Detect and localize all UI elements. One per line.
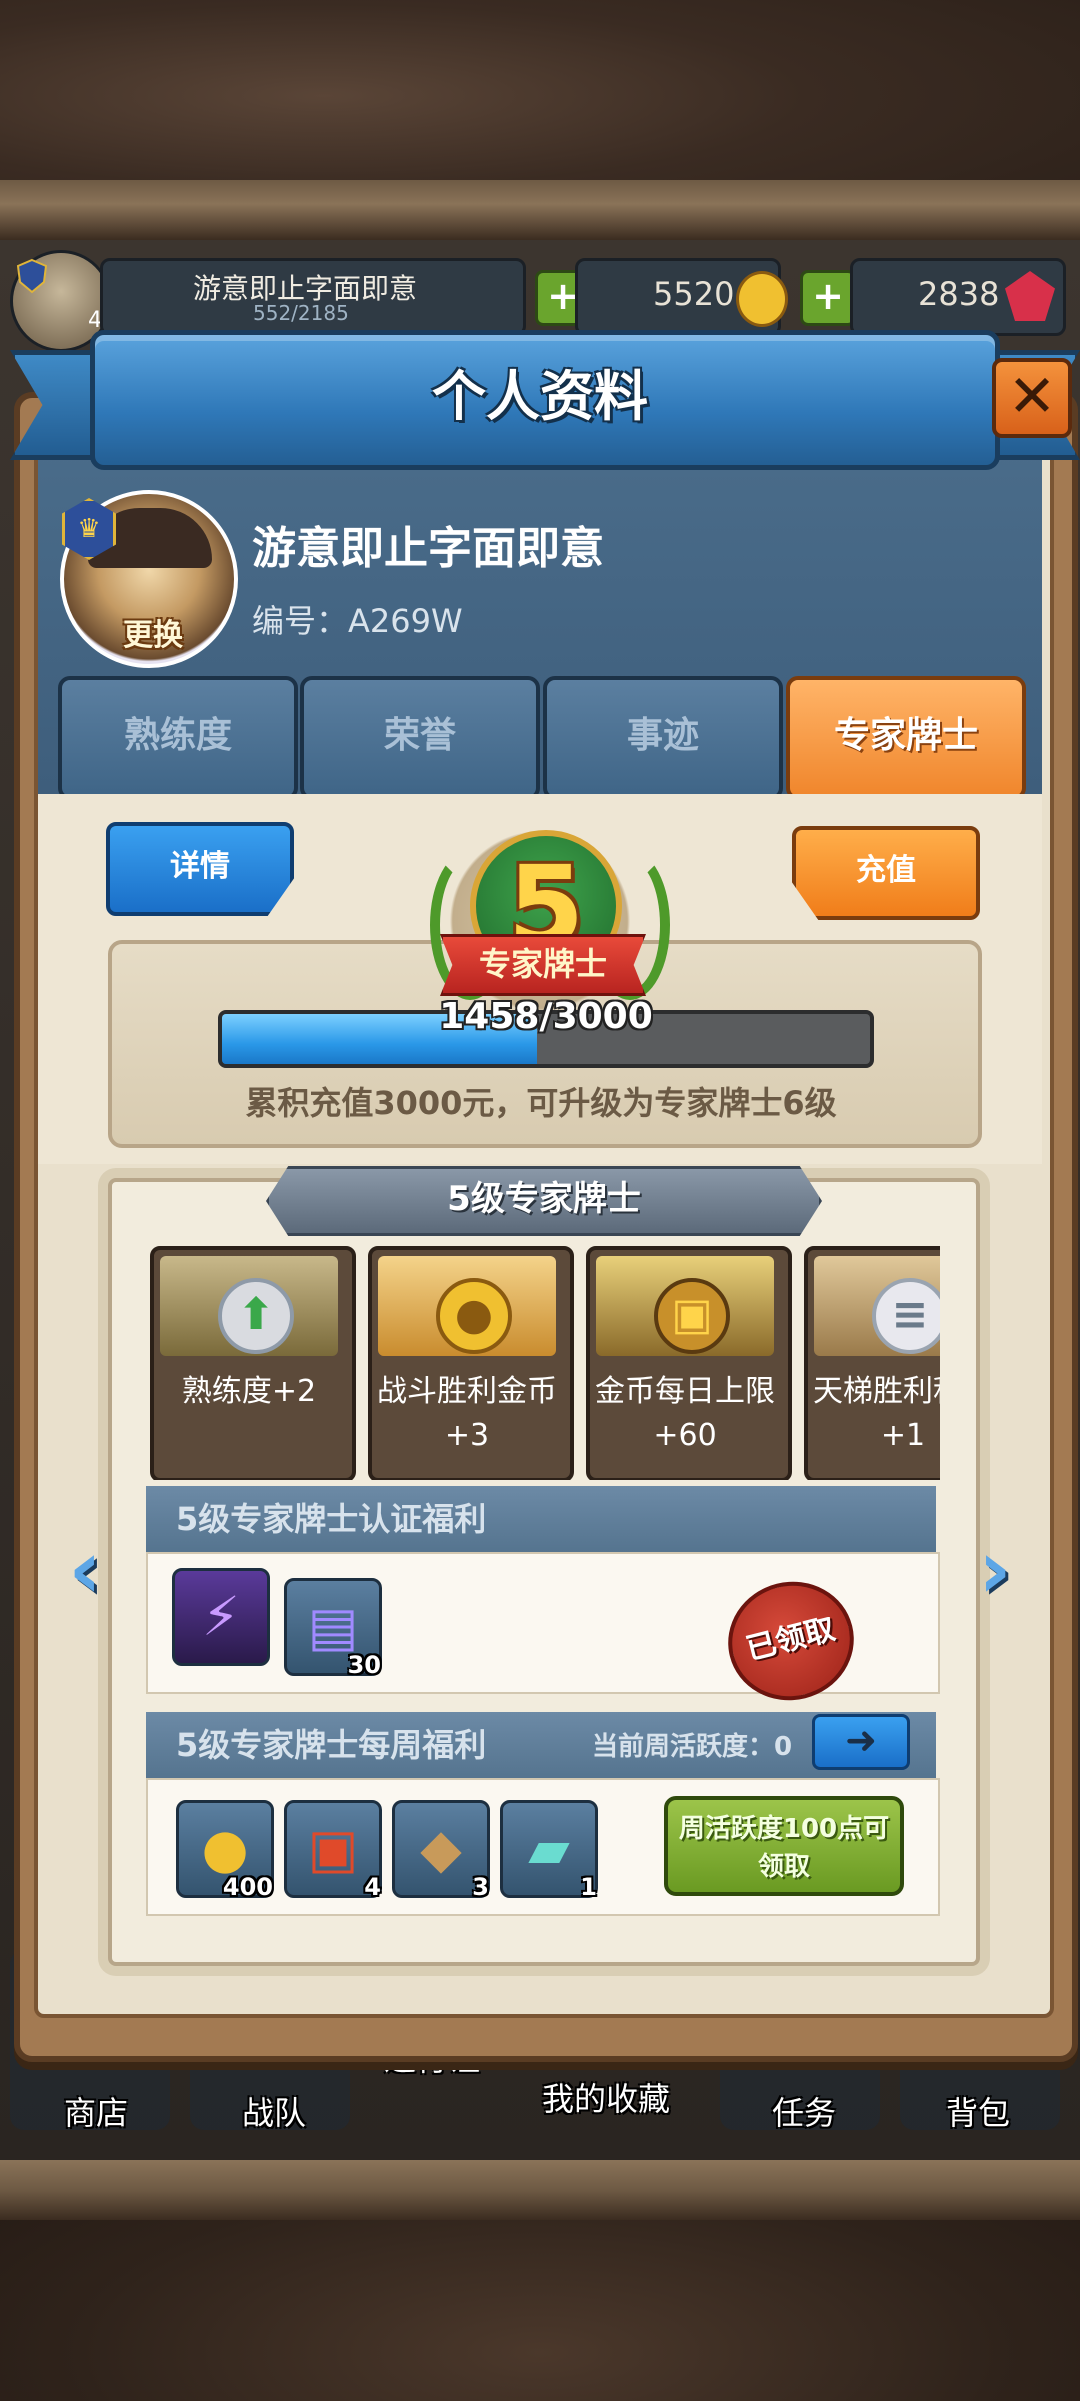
player-id: 编号：A269W	[252, 602, 463, 640]
card-pack-icon[interactable]: ▤ 30	[284, 1578, 382, 1679]
rank-upgrade-hint: 累积充值3000元，可升级为专家牌士6级	[245, 1084, 837, 1122]
top-frame-band	[0, 180, 1080, 240]
item-count: 30	[347, 1651, 381, 1679]
item-count: 3	[472, 1873, 489, 1901]
item-count: 4	[364, 1873, 381, 1901]
treasure-chest-icon: ▣	[654, 1278, 730, 1354]
recharge-button[interactable]: 充值	[792, 826, 980, 920]
purple-dragon-icon[interactable]: ⚡	[172, 1568, 270, 1666]
weekly-claim-button[interactable]: 周活跃度100点可领取	[664, 1796, 904, 1896]
perk-art: ⬆	[160, 1256, 338, 1356]
tab-expert[interactable]: 专家牌士	[786, 676, 1026, 800]
perk-art: ▣	[596, 1256, 774, 1356]
gold-coin-icon[interactable]: ● 400	[176, 1800, 274, 1901]
perk-label: 熟练度+2	[181, 1374, 317, 1409]
next-tier-arrow-icon[interactable]: ›	[972, 1530, 1018, 1610]
hud-coin-bar: 5520	[575, 258, 788, 336]
shield-icon	[16, 258, 48, 294]
perk-card: ▣ 金币每日上限+60	[586, 1246, 792, 1480]
rank-progress-text: 1458/3000	[439, 996, 653, 1037]
nav-bag[interactable]: 背包	[946, 2088, 1010, 2134]
perk-label: 金币每日上限+60	[595, 1374, 775, 1453]
perk-card: ⬆ 熟练度+2	[150, 1246, 356, 1480]
hud-xp: 552/2185	[253, 301, 349, 325]
nav-tasks[interactable]: 任务	[772, 2088, 836, 2134]
red-chest-icon[interactable]: ▣ 4	[284, 1800, 382, 1901]
gem-icon	[1005, 271, 1055, 321]
change-avatar-button[interactable]: 更换	[110, 610, 196, 656]
ladder-icon: ≡	[872, 1278, 940, 1354]
close-button[interactable]: ✕	[992, 358, 1072, 438]
nav-shop[interactable]: 商店	[64, 2088, 128, 2134]
perk-art: ●	[378, 1256, 556, 1356]
nav-collection[interactable]: 我的收藏	[542, 2074, 670, 2120]
perk-label: 战斗胜利金币+3	[377, 1374, 557, 1453]
prev-tier-arrow-icon[interactable]: ‹	[62, 1530, 108, 1610]
bottom-frame-band	[0, 2160, 1080, 2220]
card-bag-icon[interactable]: ◆ 3	[392, 1800, 490, 1901]
gem-count: 2838	[918, 275, 1000, 313]
perk-card: ≡ 天梯胜利积分+1	[804, 1246, 940, 1480]
detail-button[interactable]: 详情	[106, 822, 294, 916]
item-count: 400	[222, 1873, 273, 1901]
dialog-title: 个人资料	[432, 365, 648, 428]
weekly-activity: 当前周活跃度：0	[592, 1732, 793, 1762]
nav-team[interactable]: 战队	[242, 2088, 306, 2134]
hud-name-bar: 游意即止字面即意 552/2185	[100, 258, 526, 336]
perk-art: ≡	[814, 1256, 940, 1356]
tab-honor[interactable]: 荣誉	[300, 676, 540, 800]
perk-carousel[interactable]: ⬆ 熟练度+2 ● 战斗胜利金币+3 ▣ 金币每日上限+60 ≡ 天梯胜利积分+…	[150, 1240, 940, 1480]
coin-count: 5520	[653, 275, 735, 313]
up-arrow-icon: ⬆	[218, 1278, 294, 1354]
add-gems-button[interactable]: +	[800, 270, 856, 326]
coin-icon	[736, 271, 788, 327]
blue-ticket-icon[interactable]: ▰ 1	[500, 1800, 598, 1901]
perk-label: 天梯胜利积分+1	[813, 1374, 940, 1453]
close-icon: ✕	[1007, 362, 1057, 430]
rank-badge-label: 专家牌士	[440, 934, 646, 996]
tab-deeds[interactable]: 事迹	[543, 676, 783, 800]
activity-arrow-button[interactable]: ➜	[812, 1714, 910, 1770]
cert-benefits-header: 5级专家牌士认证福利	[146, 1486, 936, 1552]
coin-hand-icon: ●	[436, 1278, 512, 1354]
hud-gem-bar: 2838	[850, 258, 1066, 336]
tab-proficiency[interactable]: 熟练度	[58, 676, 298, 800]
perk-card: ● 战斗胜利金币+3	[368, 1246, 574, 1480]
tier-title: 5级专家牌士	[266, 1166, 822, 1236]
item-count: 1	[580, 1873, 597, 1901]
player-name: 游意即止字面即意	[252, 523, 604, 574]
